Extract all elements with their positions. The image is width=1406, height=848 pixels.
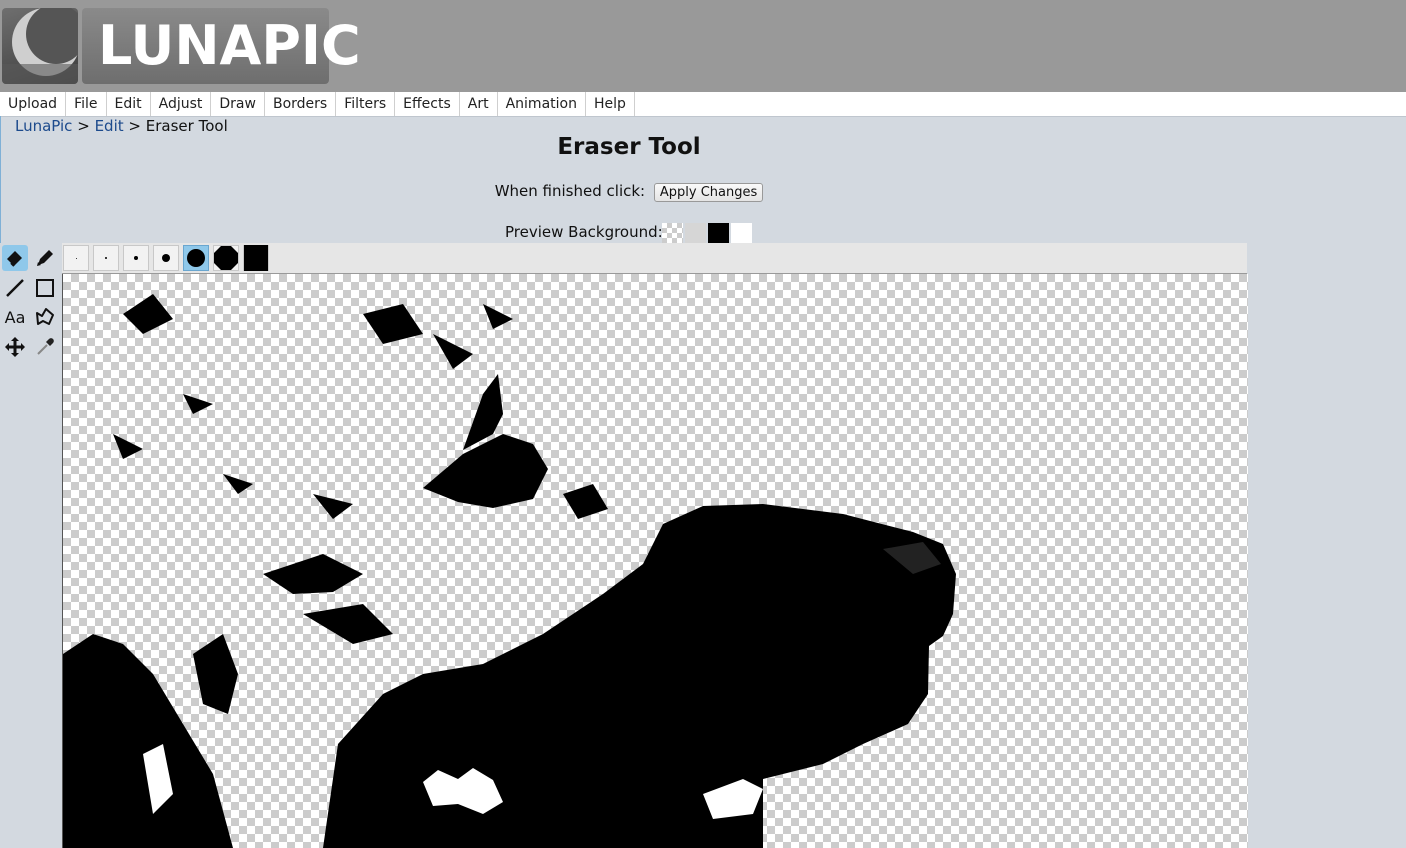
text-icon: Aa (4, 307, 26, 327)
menu-borders[interactable]: Borders (265, 92, 337, 116)
preview-bg-transparent-swatch[interactable] (662, 223, 683, 243)
menu-effects[interactable]: Effects (395, 92, 460, 116)
page-title: Eraser Tool (557, 134, 701, 160)
breadcrumb-home-link[interactable]: LunaPic (15, 117, 72, 135)
brush-size-dot (162, 254, 170, 262)
breadcrumb-current: Eraser Tool (145, 117, 228, 135)
site-header: LUNAPIC (0, 0, 1406, 92)
pencil-icon (37, 250, 53, 266)
breadcrumb: LunaPic > Edit > Eraser Tool (15, 117, 228, 135)
move-tool-button[interactable] (2, 334, 28, 360)
line-tool-button[interactable] (2, 275, 28, 301)
brush-size-dot (75, 257, 77, 259)
pencil-tool-button[interactable] (32, 245, 58, 271)
breadcrumb-edit-link[interactable]: Edit (95, 117, 124, 135)
lasso-tool-button[interactable] (32, 304, 58, 330)
brush-octagon-icon (214, 246, 238, 270)
brush-size-dot (187, 249, 205, 267)
line-icon (6, 279, 24, 297)
eraser-icon (7, 251, 22, 267)
main-menu: Upload File Edit Adjust Draw Borders Fil… (0, 92, 1406, 117)
eraser-tool-button[interactable] (2, 245, 28, 271)
finish-label: When finished click: (494, 182, 646, 200)
dog-image (63, 294, 956, 848)
eyedropper-icon (37, 338, 54, 355)
text-tool-button[interactable]: Aa (2, 304, 28, 330)
preview-bg-gray-swatch[interactable] (685, 223, 706, 243)
menu-file[interactable]: File (66, 92, 107, 116)
brush-size-option[interactable] (213, 245, 239, 271)
lunapic-logo[interactable]: LUNAPIC (2, 8, 361, 84)
apply-changes-button[interactable]: Apply Changes (653, 183, 764, 202)
menu-help[interactable]: Help (586, 92, 635, 116)
rectangle-tool-button[interactable] (32, 275, 58, 301)
breadcrumb-separator: > (77, 117, 90, 135)
menu-upload[interactable]: Upload (0, 92, 67, 116)
brush-size-option[interactable] (153, 245, 179, 271)
brush-size-dot (105, 257, 107, 259)
menu-animation[interactable]: Animation (498, 92, 586, 116)
brush-size-option[interactable] (63, 245, 89, 271)
brush-square-icon (244, 245, 268, 271)
menu-filters[interactable]: Filters (336, 92, 396, 116)
finish-row: When finished click: Apply Changes (0, 182, 1258, 202)
tool-palette: Aa (0, 243, 61, 848)
menu-art[interactable]: Art (460, 92, 498, 116)
menu-edit[interactable]: Edit (107, 92, 151, 116)
brush-size-dot (134, 256, 138, 260)
image-canvas[interactable] (62, 274, 1248, 848)
move-icon (5, 337, 25, 357)
moon-logo-icon (2, 8, 78, 84)
rectangle-icon (36, 279, 54, 297)
lasso-icon (36, 308, 54, 325)
menu-draw[interactable]: Draw (211, 92, 265, 116)
brush-size-option[interactable] (93, 245, 119, 271)
eyedropper-tool-button[interactable] (32, 334, 58, 360)
brush-size-option[interactable] (243, 245, 269, 271)
preview-background-label: Preview Background: (505, 223, 663, 241)
brush-size-bar (62, 243, 1247, 274)
brush-size-option-selected[interactable] (183, 245, 209, 271)
breadcrumb-separator: > (128, 117, 141, 135)
preview-bg-black-swatch[interactable] (708, 223, 729, 243)
brush-size-option[interactable] (123, 245, 149, 271)
preview-bg-white-swatch[interactable] (731, 223, 752, 243)
menu-adjust[interactable]: Adjust (151, 92, 212, 116)
logo-wordmark: LUNAPIC (98, 14, 361, 77)
